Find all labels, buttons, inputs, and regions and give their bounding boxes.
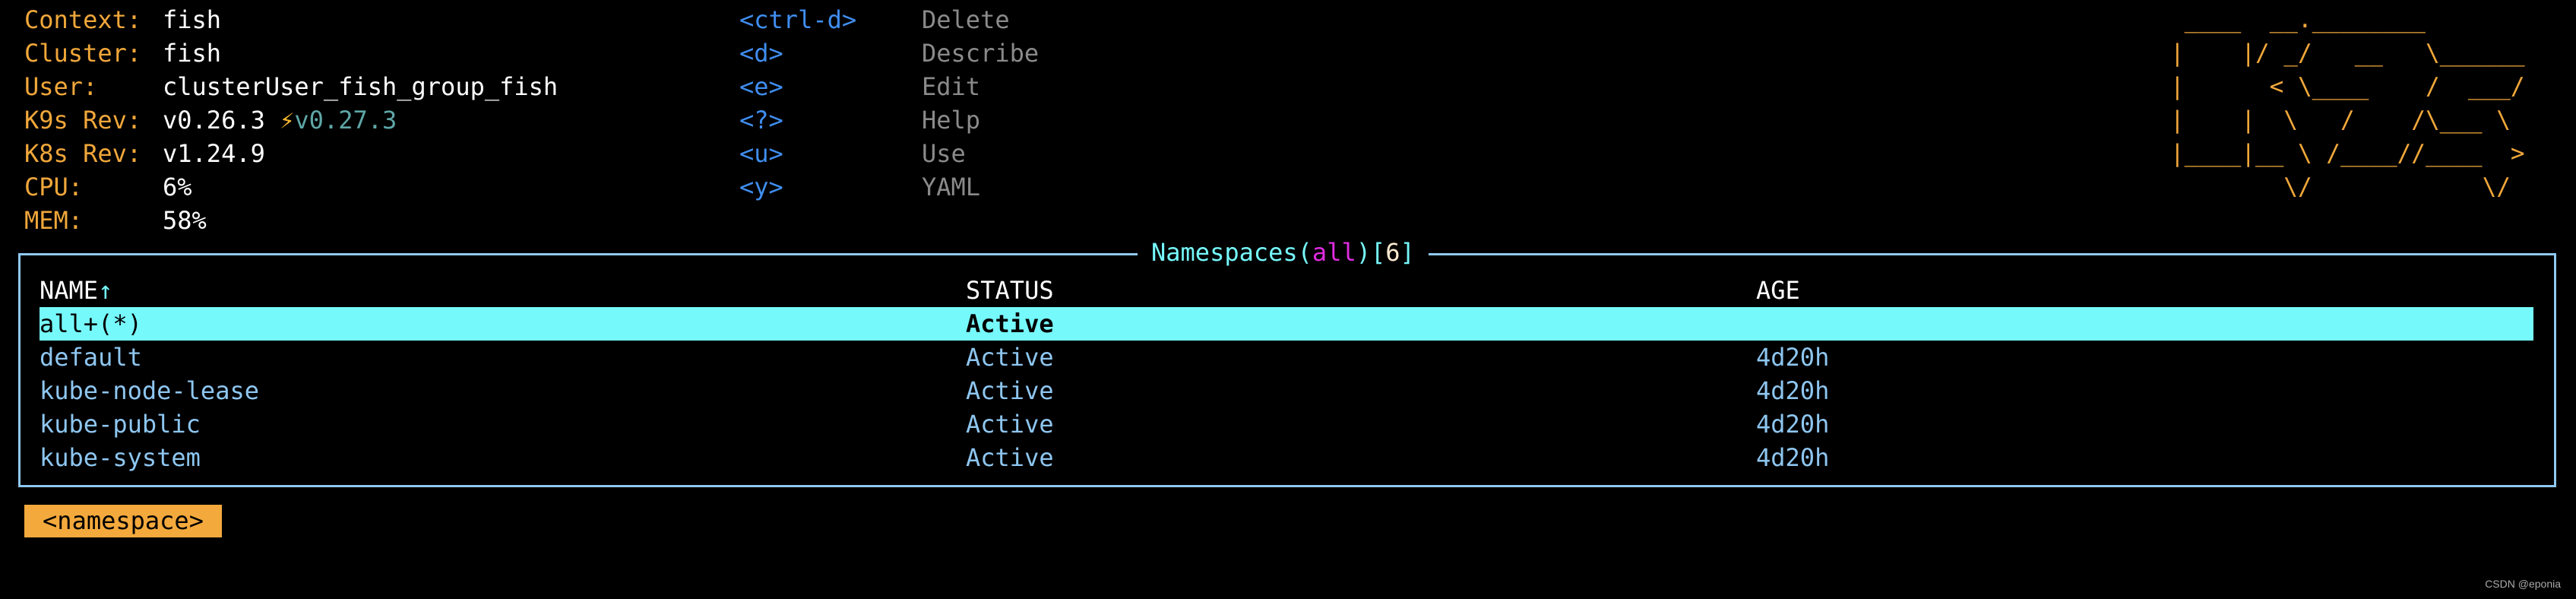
sort-arrow-icon: ↑ <box>98 276 113 305</box>
shortcut-edit[interactable]: Edit <box>922 70 980 103</box>
k9s-logo: ____ __.________ | |/ _/ __ \______ | < … <box>2170 6 2525 201</box>
shortcut-yaml[interactable]: YAML <box>922 170 980 204</box>
watermark: CSDN @eponia <box>2485 578 2561 590</box>
row-age: 4d20h <box>1756 443 1830 472</box>
mem-label: MEM: <box>24 206 84 235</box>
user-label: User: <box>24 72 98 101</box>
cluster-value: fish <box>163 39 222 68</box>
context-value: fish <box>163 5 222 34</box>
shortcut-use[interactable]: Use <box>922 137 966 170</box>
mem-value: 58% <box>163 206 207 235</box>
column-header-age[interactable]: AGE <box>1756 274 1800 307</box>
shortcut-key-delete[interactable]: <ctrl-d> <box>739 3 856 36</box>
row-status: Active <box>966 309 1054 338</box>
shortcut-key-yaml[interactable]: <y> <box>739 170 783 204</box>
shortcut-key-edit[interactable]: <e> <box>739 70 783 103</box>
cpu-label: CPU: <box>24 173 84 201</box>
table-row[interactable]: default Active 4d20h <box>40 341 2533 374</box>
context-label: Context: <box>24 5 142 34</box>
row-age: 4d20h <box>1756 343 1830 372</box>
table-title: Namespaces(all)[6] <box>1138 236 1429 269</box>
column-header-status[interactable]: STATUS <box>966 274 1054 307</box>
table-row[interactable]: kube-node-lease Active 4d20h <box>40 374 2533 407</box>
k9s-rev-value: v0.26.3 ⚡v0.27.3 <box>163 103 397 137</box>
row-name: all+(*) <box>40 309 142 338</box>
k9s-version: v0.26.3 <box>163 106 265 135</box>
breadcrumb-namespace[interactable]: <namespace> <box>24 505 222 537</box>
cluster-label: Cluster: <box>24 39 142 68</box>
lightning-icon: ⚡ <box>280 106 295 135</box>
row-status: Active <box>966 443 1054 472</box>
row-age: 4d20h <box>1756 410 1830 439</box>
table-row[interactable]: kube-system Active 4d20h <box>40 441 2533 474</box>
shortcut-key-describe[interactable]: <d> <box>739 36 783 70</box>
user-value: clusterUser_fish_group_fish <box>163 72 559 101</box>
namespaces-table: Namespaces(all)[6] NAME↑ STATUS AGE all+… <box>18 236 2556 487</box>
resource-count: 6 <box>1385 238 1400 267</box>
row-status: Active <box>966 376 1054 405</box>
k8s-rev-label: K8s Rev: <box>24 139 142 168</box>
shortcut-describe[interactable]: Describe <box>922 36 1039 70</box>
row-age: 4d20h <box>1756 376 1830 405</box>
resource-name: Namespaces <box>1151 238 1298 267</box>
table-row[interactable]: all+(*) Active <box>40 307 2533 341</box>
row-status: Active <box>966 410 1054 439</box>
k8s-rev-value: v1.24.9 <box>163 139 265 168</box>
row-status: Active <box>966 343 1054 372</box>
row-name: kube-public <box>40 410 201 439</box>
shortcut-help[interactable]: Help <box>922 103 980 137</box>
shortcut-delete[interactable]: Delete <box>922 3 1010 36</box>
column-header-name[interactable]: NAME↑ <box>40 274 112 307</box>
k9s-rev-label: K9s Rev: <box>24 106 142 135</box>
column-name-label: NAME <box>40 276 99 305</box>
row-name: kube-node-lease <box>40 376 259 405</box>
row-name: kube-system <box>40 443 201 472</box>
row-name: default <box>40 343 142 372</box>
cpu-value: 6% <box>163 173 192 201</box>
shortcut-key-help[interactable]: <?> <box>739 103 783 137</box>
table-row[interactable]: kube-public Active 4d20h <box>40 407 2533 441</box>
shortcut-key-use[interactable]: <u> <box>739 137 783 170</box>
k9s-upgrade-version: v0.27.3 <box>294 106 397 135</box>
namespace-filter: all <box>1312 238 1356 267</box>
